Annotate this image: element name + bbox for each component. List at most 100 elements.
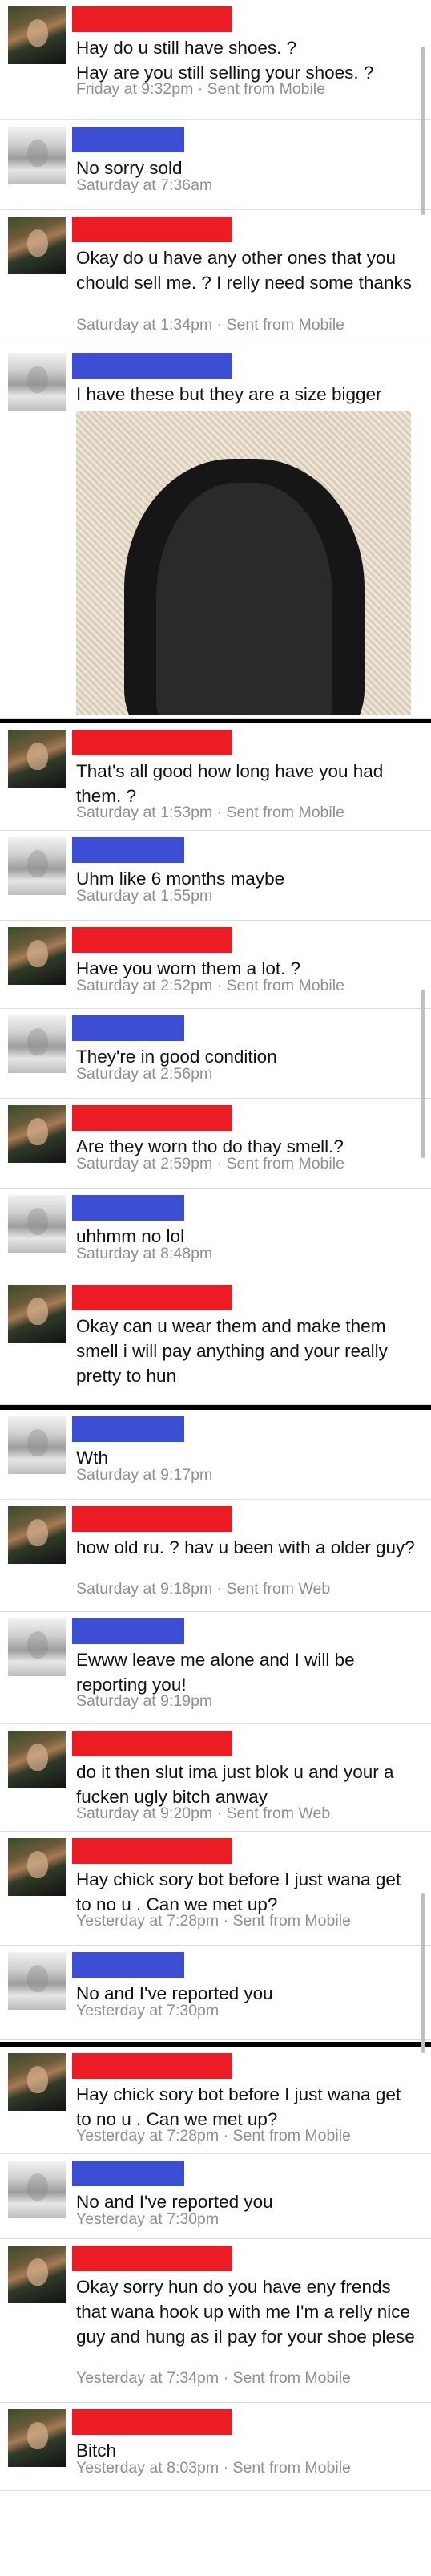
message-item[interactable]: No sorry sold Saturday at 7:36am: [0, 120, 431, 210]
message-item[interactable]: Hay do u still have shoes. ? Hay are you…: [0, 0, 431, 120]
sender-name-redacted[interactable]: [72, 1015, 184, 1041]
sender-name-redacted[interactable]: [72, 2246, 232, 2271]
message-text: Okay can u wear them and make them smell…: [76, 1316, 388, 1386]
avatar[interactable]: [8, 1618, 66, 1676]
scrollbar[interactable]: [421, 47, 425, 215]
message-item[interactable]: Hay chick sory bot before I just wana ge…: [0, 1832, 431, 1946]
avatar[interactable]: [8, 1731, 66, 1788]
sender-name-redacted[interactable]: [72, 1416, 184, 1442]
sender-name-redacted[interactable]: [72, 837, 184, 863]
scrollbar[interactable]: [421, 1893, 425, 2053]
message-text: how old ru. ? hav u been with a older gu…: [76, 1537, 415, 1557]
message-item[interactable]: do it then slut ima just blok u and your…: [0, 1724, 431, 1832]
message-item[interactable]: Okay sorry hun do you have eny frends th…: [0, 2239, 431, 2403]
message-item[interactable]: Okay do u have any other ones that you c…: [0, 210, 431, 346]
shoe-photo[interactable]: [76, 411, 411, 715]
avatar[interactable]: [8, 2409, 66, 2467]
avatar-face: [27, 1965, 48, 1992]
avatar-face: [27, 1851, 48, 1878]
scrollbar[interactable]: [421, 990, 425, 1158]
avatar-face: [27, 1118, 48, 1145]
message-item[interactable]: Uhm like 6 months maybe Saturday at 1:55p…: [0, 831, 431, 921]
message-timestamp: Saturday at 1:53pm · Sent from Mobile: [76, 804, 344, 821]
message-item[interactable]: Ewww leave me alone and I will be report…: [0, 1612, 431, 1724]
sender-name-redacted[interactable]: [72, 2409, 232, 2435]
message-item[interactable]: That's all good how long have you had th…: [0, 723, 431, 831]
sender-name-redacted[interactable]: [72, 1285, 232, 1310]
message-timestamp: Saturday at 2:56pm: [76, 1065, 213, 1083]
message-item[interactable]: Hay chick sory bot before I just wana ge…: [0, 2047, 431, 2154]
sender-name-redacted[interactable]: [72, 1506, 232, 1532]
avatar[interactable]: [8, 1506, 66, 1564]
message-text: Hay do u still have shoes. ? Hay are you…: [76, 38, 374, 83]
avatar[interactable]: [8, 927, 66, 985]
avatar[interactable]: [8, 730, 66, 788]
avatar-face: [27, 1429, 48, 1456]
avatar[interactable]: [8, 1838, 66, 1896]
message-text: Okay sorry hun do you have eny frends th…: [76, 2277, 415, 2347]
message-item[interactable]: No and I've reported you Yesterday at 7:3…: [0, 2154, 431, 2239]
avatar-face: [27, 1208, 48, 1235]
avatar-face: [27, 19, 48, 47]
avatar[interactable]: [8, 2246, 66, 2303]
avatar-face: [27, 2422, 48, 2449]
message-item[interactable]: uhhmm no lol Saturday at 8:48pm: [0, 1189, 431, 1278]
message-item[interactable]: They're in good condition Saturday at 2:5…: [0, 1009, 431, 1099]
avatar[interactable]: [8, 1952, 66, 2010]
avatar[interactable]: [8, 1105, 66, 1163]
sender-name-redacted[interactable]: [72, 1105, 232, 1131]
avatar-face: [27, 2258, 48, 2286]
avatar-face: [27, 366, 48, 393]
avatar[interactable]: [8, 1195, 66, 1253]
sender-name-redacted[interactable]: [72, 127, 184, 152]
avatar[interactable]: [8, 353, 66, 411]
message-timestamp: Saturday at 8:48pm: [76, 1245, 213, 1262]
avatar-face: [27, 2066, 48, 2093]
avatar[interactable]: [8, 127, 66, 184]
message-timestamp: Yesterday at 7:28pm · Sent from Mobile: [76, 2127, 351, 2145]
avatar[interactable]: [8, 2161, 66, 2218]
shoe-inner-shape: [156, 483, 332, 715]
sender-name-redacted[interactable]: [72, 1838, 232, 1864]
sender-name-redacted[interactable]: [72, 2161, 184, 2186]
message-item[interactable]: Bitch Yesterday at 8:03pm · Sent from Mob…: [0, 2403, 431, 2491]
avatar[interactable]: [8, 6, 66, 64]
sender-name-redacted[interactable]: [72, 6, 232, 32]
message-timestamp: Saturday at 7:36am: [76, 176, 213, 194]
message-timestamp: Saturday at 1:34pm · Sent from Mobile: [76, 316, 344, 334]
message-timestamp: Saturday at 9:17pm: [76, 1466, 213, 1484]
sender-name-redacted[interactable]: [72, 2053, 232, 2079]
sender-name-redacted[interactable]: [72, 927, 232, 953]
message-timestamp: Saturday at 2:52pm · Sent from Mobile: [76, 977, 344, 994]
screenshot-divider: [0, 2042, 431, 2047]
avatar[interactable]: [8, 1015, 66, 1073]
screenshot-divider: [0, 1405, 431, 1410]
message-timestamp: Saturday at 9:18pm · Sent from Web: [76, 1580, 331, 1598]
avatar[interactable]: [8, 1416, 66, 1474]
sender-name-redacted[interactable]: [72, 1618, 184, 1644]
avatar-face: [27, 1631, 48, 1659]
message-item[interactable]: how old ru. ? hav u been with a older gu…: [0, 1500, 431, 1612]
avatar[interactable]: [8, 1285, 66, 1343]
divider: [0, 2039, 431, 2040]
message-item[interactable]: Are they worn tho do thay smell.? Saturda…: [0, 1099, 431, 1189]
avatar-face: [27, 940, 48, 967]
sender-name-redacted[interactable]: [72, 1952, 184, 1978]
sender-name-redacted[interactable]: [72, 1731, 232, 1756]
sender-name-redacted[interactable]: [72, 353, 232, 379]
message-text: I have these but they are a size bigger: [76, 384, 382, 404]
message-timestamp: Saturday at 9:20pm · Sent from Web: [76, 1804, 331, 1822]
message-item[interactable]: Wth Saturday at 9:17pm: [0, 1410, 431, 1500]
message-item[interactable]: No and I've reported you Yesterday at 7:3…: [0, 1946, 431, 2040]
avatar[interactable]: [8, 837, 66, 895]
message-item[interactable]: I have these but they are a size bigger: [0, 346, 431, 719]
avatar-face: [27, 743, 48, 770]
sender-name-redacted[interactable]: [72, 730, 232, 755]
divider: [0, 2490, 431, 2491]
message-item[interactable]: Okay can u wear them and make them smell…: [0, 1278, 431, 1405]
sender-name-redacted[interactable]: [72, 1195, 184, 1221]
avatar[interactable]: [8, 217, 66, 274]
sender-name-redacted[interactable]: [72, 217, 232, 242]
message-item[interactable]: Have you worn them a lot. ? Saturday at 2…: [0, 921, 431, 1009]
avatar[interactable]: [8, 2053, 66, 2111]
